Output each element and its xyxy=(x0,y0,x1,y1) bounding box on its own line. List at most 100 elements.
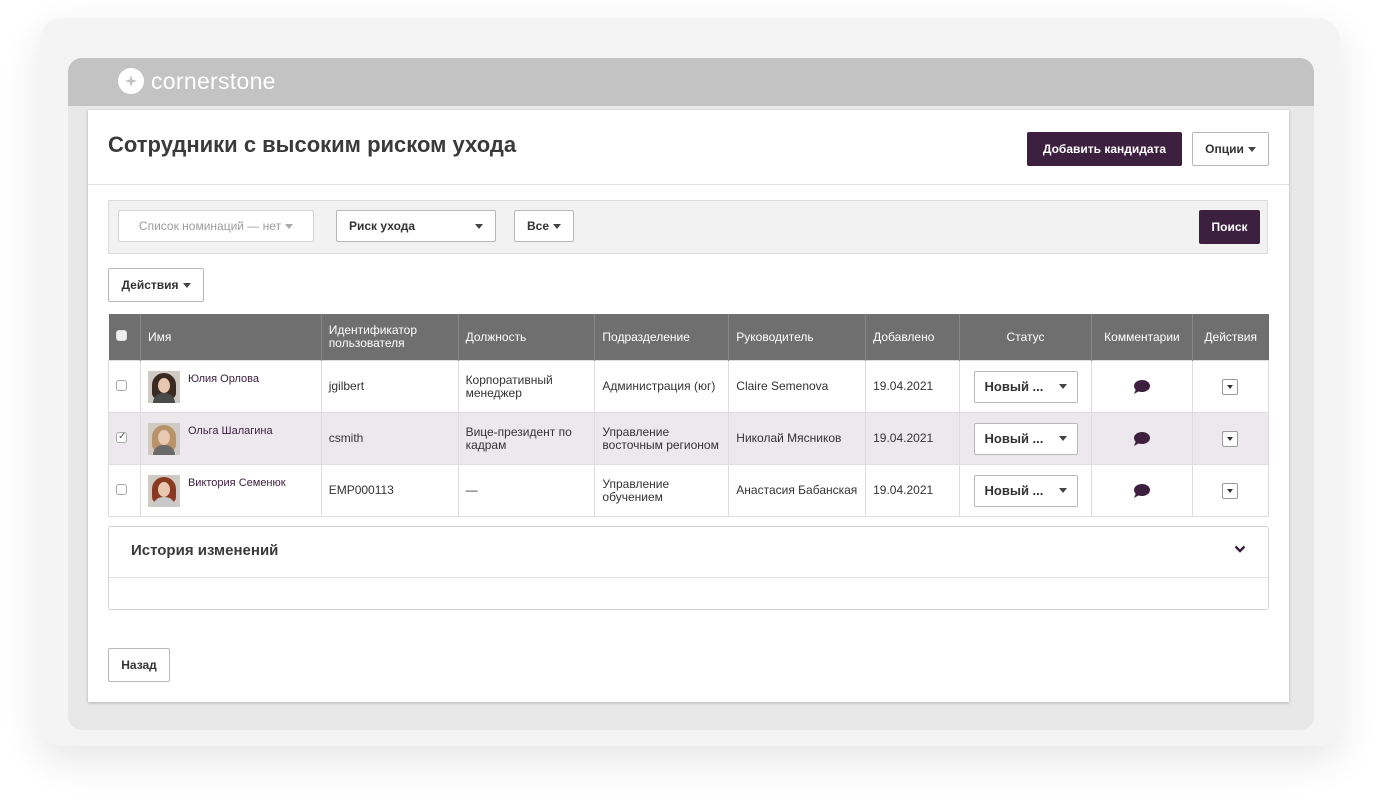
added-date-cell: 19.04.2021 xyxy=(865,360,961,413)
row-actions-dropdown[interactable] xyxy=(1222,430,1239,447)
caret-down-icon xyxy=(1058,436,1067,441)
row-select-cell[interactable] xyxy=(108,412,141,465)
avatar xyxy=(147,370,180,403)
row-checkbox[interactable] xyxy=(116,483,127,495)
status-cell: Новый ... xyxy=(959,464,1092,517)
status-cell: Новый ... xyxy=(959,360,1092,413)
search-button[interactable]: Поиск xyxy=(1199,210,1260,244)
row-select-cell[interactable] xyxy=(108,464,141,517)
select-all-cell[interactable] xyxy=(108,314,141,361)
column-header-comments: Комментарии xyxy=(1090,314,1193,361)
table-row[interactable]: Ольга Шалагина csmith Вице-президент по … xyxy=(108,412,1270,465)
caret-down-icon xyxy=(1227,436,1234,441)
table-header-row: Имя Идентификатор пользователя Должность… xyxy=(108,314,1269,361)
column-header-status[interactable]: Статус xyxy=(959,314,1092,361)
position-cell: — xyxy=(457,464,596,517)
department-cell: Администрация (юг) xyxy=(594,360,730,413)
row-actions-dropdown[interactable] xyxy=(1222,378,1239,395)
avatar-face xyxy=(157,481,170,497)
employee-name-link[interactable]: Ольга Шалагина xyxy=(188,425,273,438)
scope-filter-dropdown[interactable]: Все xyxy=(514,210,574,242)
employee-name-link[interactable]: Юлия Орлова xyxy=(188,373,259,386)
table-row[interactable]: Виктория Семенюк EMP000113 — Управление … xyxy=(108,464,1270,517)
caret-down-icon xyxy=(1227,384,1234,389)
manager-cell: Claire Semenova xyxy=(728,360,867,413)
caret-down-icon xyxy=(1227,488,1234,493)
department-cell: Управление восточным регионом xyxy=(594,412,730,465)
status-label: Новый ... xyxy=(984,483,1044,498)
back-button[interactable]: Назад xyxy=(108,648,170,682)
position-cell: Корпоративный менеджер xyxy=(457,360,596,413)
filter-bar: Список номинаций — нет Риск ухода Все По… xyxy=(108,200,1268,254)
position-cell: Вице-президент по кадрам xyxy=(457,412,596,465)
avatar xyxy=(147,422,180,455)
status-dropdown[interactable]: Новый ... xyxy=(973,422,1078,455)
options-dropdown[interactable]: Опции xyxy=(1192,132,1269,166)
status-label: Новый ... xyxy=(984,379,1044,394)
caret-down-icon xyxy=(1247,146,1256,152)
row-checkbox[interactable] xyxy=(116,379,127,391)
caret-down-icon xyxy=(1058,384,1067,389)
scope-filter-label: Все xyxy=(526,219,549,233)
comment-icon[interactable] xyxy=(1132,483,1152,499)
employees-table: Имя Идентификатор пользователя Должность… xyxy=(108,314,1270,517)
caret-down-icon xyxy=(1058,488,1067,493)
change-history-title: История изменений xyxy=(131,542,279,559)
bulk-actions-label: Действия xyxy=(121,278,179,292)
main-panel: Сотрудники с высоким риском ухода Добави… xyxy=(88,110,1289,702)
avatar-face xyxy=(157,377,170,393)
risk-filter-label: Риск ухода xyxy=(349,219,416,233)
row-actions-dropdown[interactable] xyxy=(1222,482,1239,499)
change-history-accordion[interactable]: История изменений xyxy=(108,526,1269,610)
options-label: Опции xyxy=(1205,142,1244,156)
name-cell: Ольга Шалагина xyxy=(139,412,322,465)
column-header-added[interactable]: Добавлено xyxy=(865,314,960,361)
avatar xyxy=(147,474,180,507)
row-checkbox[interactable] xyxy=(116,430,127,443)
table-row[interactable]: Юлия Орлова jgilbert Корпоративный менед… xyxy=(108,360,1270,413)
user-id-cell: csmith xyxy=(320,412,459,465)
caret-down-icon xyxy=(285,223,294,229)
cornerstone-logo-icon xyxy=(118,68,144,94)
manager-cell: Николай Мясников xyxy=(728,412,867,465)
risk-filter-dropdown[interactable]: Риск ухода xyxy=(336,210,496,242)
column-header-name[interactable]: Имя xyxy=(139,314,322,361)
row-actions-cell xyxy=(1191,412,1270,465)
app-window: cornerstone Сотрудники с высоким риском … xyxy=(68,58,1314,730)
column-header-user-id[interactable]: Идентификатор пользователя xyxy=(320,314,459,361)
department-cell: Управление обучением xyxy=(594,464,730,517)
status-dropdown[interactable]: Новый ... xyxy=(973,370,1078,403)
chevron-down-icon[interactable] xyxy=(1234,543,1246,555)
caret-down-icon xyxy=(553,223,561,229)
comment-icon[interactable] xyxy=(1132,379,1152,395)
header-divider xyxy=(88,184,1289,185)
row-actions-cell xyxy=(1191,464,1270,517)
row-actions-cell xyxy=(1191,360,1270,413)
manager-cell: Анастасия Бабанская xyxy=(728,464,867,517)
column-header-manager[interactable]: Руководитель xyxy=(728,314,866,361)
add-candidate-button[interactable]: Добавить кандидата xyxy=(1027,132,1182,166)
employee-name-link[interactable]: Виктория Семенюк xyxy=(188,477,286,490)
caret-down-icon xyxy=(182,282,191,288)
brand-logo[interactable]: cornerstone xyxy=(118,66,276,96)
user-id-cell: EMP000113 xyxy=(320,464,459,517)
comments-cell xyxy=(1090,412,1193,465)
status-dropdown[interactable]: Новый ... xyxy=(973,474,1078,507)
column-header-department[interactable]: Подразделение xyxy=(594,314,729,361)
select-all-checkbox[interactable] xyxy=(115,330,127,341)
nomination-list-dropdown[interactable]: Список номинаций — нет xyxy=(118,210,314,242)
caret-down-icon xyxy=(475,223,483,229)
column-header-position[interactable]: Должность xyxy=(457,314,595,361)
row-select-cell[interactable] xyxy=(108,360,141,413)
comments-cell xyxy=(1090,464,1193,517)
column-header-actions: Действия xyxy=(1191,314,1269,361)
status-cell: Новый ... xyxy=(959,412,1092,465)
user-id-cell: jgilbert xyxy=(320,360,459,413)
nomination-list-label: Список номинаций — нет xyxy=(138,219,282,233)
history-divider xyxy=(109,577,1268,578)
bulk-actions-dropdown[interactable]: Действия xyxy=(108,268,204,302)
comment-icon[interactable] xyxy=(1132,431,1152,447)
added-date-cell: 19.04.2021 xyxy=(865,412,961,465)
top-bar: cornerstone xyxy=(68,58,1314,106)
name-cell: Юлия Орлова xyxy=(139,360,322,413)
